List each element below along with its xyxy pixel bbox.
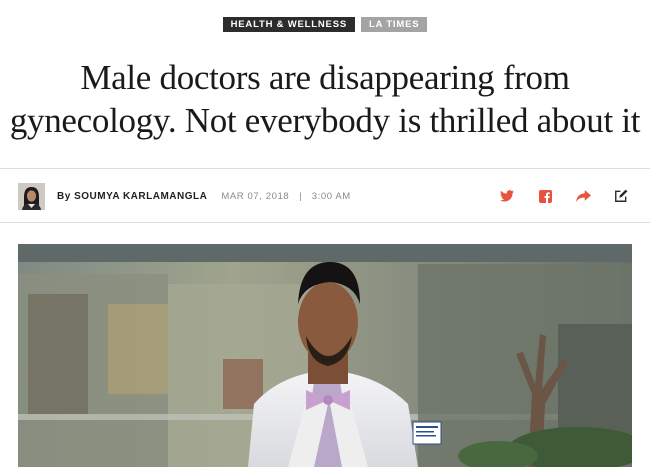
author-photo-icon [18, 182, 45, 210]
date-time-separator: | [299, 190, 302, 202]
doctor-portrait-image [18, 244, 632, 467]
category-tags: HEALTH & WELLNESS LA TIMES [0, 17, 650, 32]
article-hero-image[interactable] [18, 244, 632, 467]
share-button[interactable] [572, 185, 594, 207]
divider [0, 168, 650, 169]
divider [0, 222, 650, 223]
publish-date: MAR 07, 2018 [221, 190, 290, 202]
author-avatar[interactable] [18, 182, 45, 210]
article-headline: Male doctors are disappearing from gynec… [9, 58, 641, 140]
edit-icon [615, 189, 628, 202]
twitter-share-button[interactable] [496, 185, 518, 207]
facebook-share-button[interactable] [534, 185, 556, 207]
share-arrow-icon [575, 190, 591, 202]
publish-time: 3:00 AM [311, 190, 351, 202]
by-label: By [57, 190, 71, 202]
facebook-icon [538, 189, 552, 203]
byline: By SOUMYA KARLAMANGLA MAR 07, 2018 | 3:0… [18, 180, 632, 212]
author-line: By SOUMYA KARLAMANGLA [57, 191, 207, 202]
twitter-icon [500, 190, 514, 202]
share-bar [496, 185, 632, 207]
tag-source[interactable]: LA TIMES [360, 17, 428, 32]
author-name[interactable]: SOUMYA KARLAMANGLA [74, 191, 207, 202]
tag-health-wellness[interactable]: HEALTH & WELLNESS [222, 17, 355, 32]
edit-button[interactable] [610, 185, 632, 207]
